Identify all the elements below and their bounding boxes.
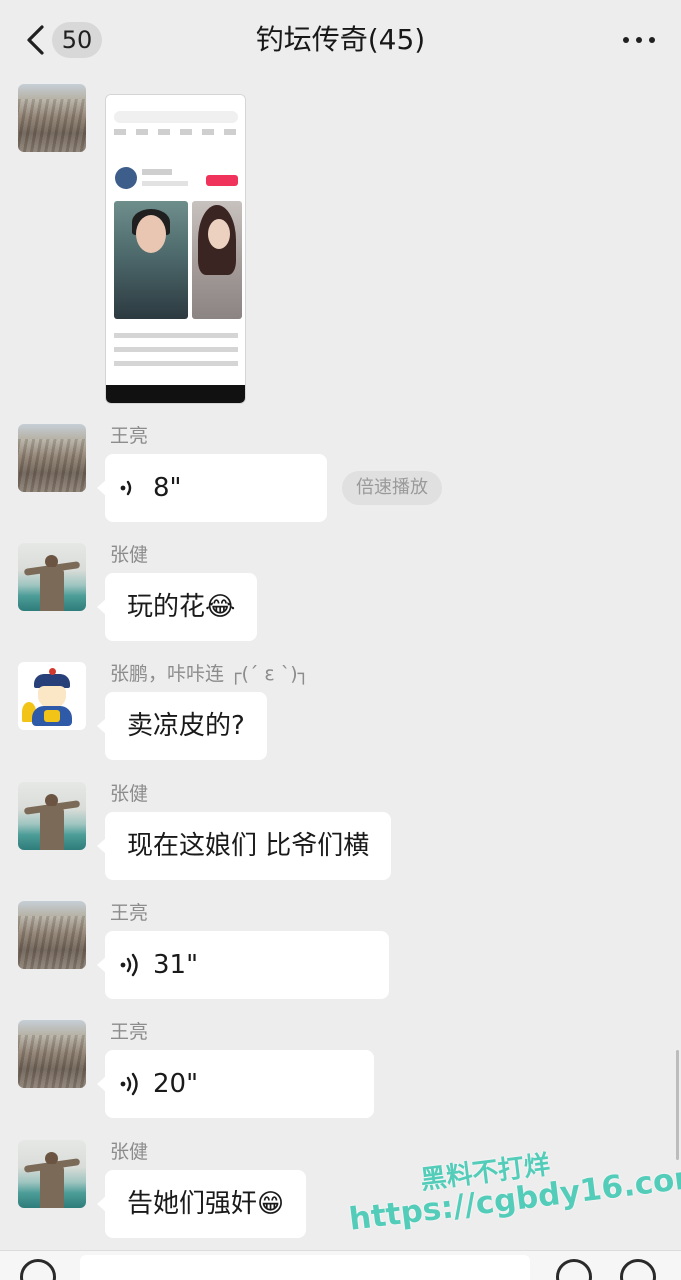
sender-name: 王亮 bbox=[110, 902, 149, 924]
image-bottom-bar bbox=[106, 385, 245, 403]
message-input[interactable] bbox=[80, 1255, 530, 1280]
image-user-name bbox=[142, 169, 172, 175]
avatar[interactable] bbox=[18, 662, 86, 730]
chat-screen: 50 钓坛传奇(45) 王亮 8" 倍速播放 张健 玩的花😂 张鹏，咔咔连 ┌(… bbox=[0, 0, 681, 1280]
image-status-bar bbox=[106, 95, 245, 107]
image-video-thumb bbox=[114, 201, 188, 319]
image-search-bar bbox=[114, 111, 238, 123]
image-message[interactable] bbox=[105, 94, 246, 404]
avatar[interactable] bbox=[18, 543, 86, 611]
text-message-bubble[interactable]: 告她们强奸😁 bbox=[96, 1170, 307, 1238]
grin-emoji-icon: 😁 bbox=[257, 1189, 285, 1219]
voice-message-bubble[interactable]: 20" bbox=[97, 1050, 374, 1118]
message-text: 告她们强奸 bbox=[127, 1189, 258, 1219]
image-follow-button bbox=[206, 175, 238, 186]
message-text: 玩的花 bbox=[127, 592, 206, 622]
text-message-bubble[interactable]: 玩的花😂 bbox=[96, 573, 258, 641]
playback-speed-button[interactable]: 倍速播放 bbox=[342, 471, 442, 505]
avatar[interactable] bbox=[18, 901, 86, 969]
chat-title: 钓坛传奇(45) bbox=[255, 23, 426, 56]
voice-message-bubble[interactable]: 8" bbox=[97, 454, 327, 522]
avatar[interactable] bbox=[18, 782, 86, 850]
more-options-button[interactable] bbox=[619, 26, 659, 54]
image-user-meta bbox=[142, 181, 188, 186]
sender-name: 张鹏，咔咔连 ┌(ˊ ε ˋ)┐ bbox=[110, 663, 310, 685]
image-user-avatar bbox=[115, 167, 137, 189]
chat-header: 50 钓坛传奇(45) bbox=[0, 0, 681, 78]
sender-name: 张健 bbox=[110, 783, 149, 805]
voice-message-bubble[interactable]: 31" bbox=[97, 931, 389, 999]
avatar[interactable] bbox=[18, 84, 86, 152]
sender-name: 王亮 bbox=[110, 1021, 149, 1043]
image-text-lines bbox=[114, 333, 238, 373]
emoji-icon[interactable] bbox=[556, 1259, 592, 1280]
message-text: 卖凉皮的? bbox=[127, 711, 245, 741]
unread-count-badge: 50 bbox=[52, 22, 102, 58]
voice-input-toggle-icon[interactable] bbox=[20, 1259, 56, 1280]
voice-duration: 20" bbox=[153, 1069, 199, 1099]
scrollbar[interactable] bbox=[676, 1050, 679, 1160]
sender-name: 张健 bbox=[110, 1141, 149, 1163]
text-message-bubble[interactable]: 现在这娘们 比爷们横 bbox=[96, 812, 392, 880]
input-bar bbox=[0, 1250, 681, 1280]
avatar[interactable] bbox=[18, 424, 86, 492]
sender-name: 张健 bbox=[110, 544, 149, 566]
message-text: 现在这娘们 比爷们横 bbox=[127, 831, 370, 861]
voice-wave-icon bbox=[120, 953, 138, 977]
voice-duration: 31" bbox=[153, 950, 199, 980]
image-tabs bbox=[114, 129, 238, 135]
image-video-thumb bbox=[192, 201, 242, 319]
chevron-left-icon bbox=[27, 25, 44, 55]
more-dot-icon bbox=[649, 37, 655, 43]
voice-wave-icon bbox=[120, 480, 132, 496]
voice-duration: 8" bbox=[153, 473, 182, 503]
text-message-bubble[interactable]: 卖凉皮的? bbox=[97, 692, 267, 760]
voice-wave-icon bbox=[120, 1072, 138, 1096]
avatar[interactable] bbox=[18, 1140, 86, 1208]
laugh-cry-emoji-icon: 😂 bbox=[205, 592, 236, 622]
plus-icon[interactable] bbox=[620, 1259, 656, 1280]
avatar[interactable] bbox=[18, 1020, 86, 1088]
sender-name: 王亮 bbox=[110, 425, 149, 447]
more-dot-icon bbox=[623, 37, 629, 43]
more-dot-icon bbox=[636, 37, 642, 43]
back-button[interactable]: 50 bbox=[18, 18, 104, 62]
